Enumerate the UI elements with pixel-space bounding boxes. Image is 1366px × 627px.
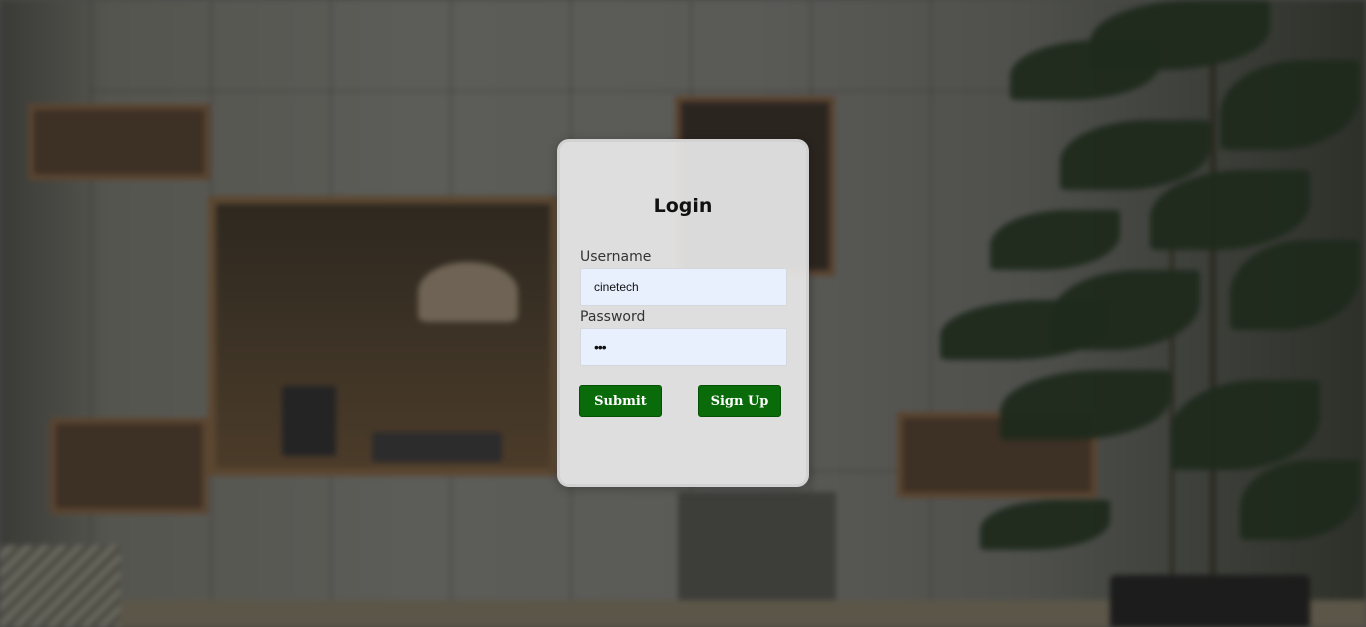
password-input[interactable]: ••• [580,328,787,366]
password-label: Password [580,309,646,325]
login-card: Login Username Password ••• Submit Sign … [557,139,809,487]
username-input[interactable] [580,268,787,306]
username-label: Username [580,249,652,265]
submit-button[interactable]: Submit [579,385,662,417]
sign-up-button[interactable]: Sign Up [698,385,781,417]
password-mask: ••• [594,339,607,355]
page: Login Username Password ••• Submit Sign … [0,0,1366,627]
login-title: Login [653,195,713,217]
